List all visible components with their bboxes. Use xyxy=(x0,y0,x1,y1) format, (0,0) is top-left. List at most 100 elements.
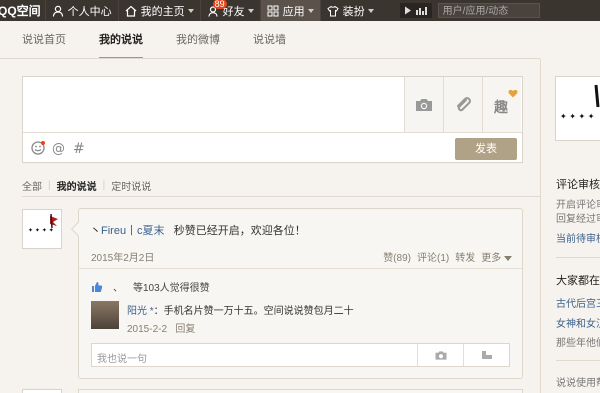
chevron-down-icon xyxy=(187,8,194,13)
user-icon xyxy=(52,5,64,17)
reply-photo-button[interactable] xyxy=(417,344,463,366)
filter-all[interactable]: 全部 xyxy=(22,178,42,193)
personal-center-label: 个人中心 xyxy=(67,5,112,18)
friends-menu[interactable]: 89 好友 xyxy=(201,0,260,21)
commenter-name[interactable]: 阳光 * xyxy=(127,306,154,317)
svg-text:#: # xyxy=(73,141,85,155)
fun-stickers-button[interactable]: 趣 xyxy=(482,77,521,132)
post-composer: 趣 @ # 发表 xyxy=(22,76,523,163)
post-filter: 全部 | 我的说说 | 定时说说 xyxy=(22,178,151,193)
divider xyxy=(22,196,540,197)
divider xyxy=(79,268,522,269)
review-section-title: 评论审核 xyxy=(556,179,600,191)
camera-icon xyxy=(416,98,432,111)
stamp-icon xyxy=(481,351,492,359)
my-home-label: 我的主页 xyxy=(140,5,185,18)
trending-link[interactable]: 女神和女汉 xyxy=(556,315,600,330)
play-icon xyxy=(404,6,411,15)
send-button[interactable]: 发表 xyxy=(455,138,517,160)
post-text-input[interactable] xyxy=(23,77,404,132)
attach-link-button[interactable] xyxy=(443,77,482,132)
post-date[interactable]: 2015年2月2日 xyxy=(91,249,154,264)
trending-link[interactable]: 古代后宫三 xyxy=(556,295,600,310)
forward-button[interactable]: 转发 xyxy=(455,249,475,264)
top-navigation-bar: QQ空间 个人中心 我的主页 89 好友 应用 装扮 用户/应用/动态 xyxy=(0,0,600,21)
help-section-title[interactable]: 说说使用帮 xyxy=(556,374,600,389)
filter-my-shuoshuo[interactable]: 我的说说 xyxy=(57,178,97,193)
commenter-avatar[interactable] xyxy=(91,301,119,329)
post-text: 秒赞已经开启，欢迎各位！ xyxy=(173,225,306,237)
heart-badge-icon xyxy=(508,89,518,97)
reply-stamp-button[interactable] xyxy=(463,344,509,366)
svg-text:✦ ✦ ✦ ✦: ✦ ✦ ✦ ✦ xyxy=(560,112,595,121)
svg-text:✦ ✦ ✦ ✦: ✦ ✦ ✦ ✦ xyxy=(28,227,54,234)
tab-shuoshuo-wall[interactable]: 说说墙 xyxy=(253,21,286,59)
divider xyxy=(0,58,540,59)
filter-scheduled[interactable]: 定时说说 xyxy=(111,178,151,193)
divider: | xyxy=(48,180,51,191)
post-pointer xyxy=(70,221,86,237)
comment-text: 阳光 *：手机名片赞一万十五。空间说说赞包月二十 xyxy=(127,302,354,317)
post-prefix: 丶 xyxy=(90,225,101,237)
review-item: 回复经过审 xyxy=(556,214,600,225)
tab-my-shuoshuo[interactable]: 我的说说 xyxy=(99,21,143,59)
comment-meta: 2015-2-2 回复 xyxy=(127,320,195,335)
reply-input[interactable]: 我也说一句 xyxy=(91,343,510,367)
review-item: 开启评论审 xyxy=(556,200,600,211)
search-input[interactable]: 用户/应用/动态 xyxy=(437,3,540,18)
likes-count-text[interactable]: 等103人觉得很赞 xyxy=(133,279,210,294)
trending-section-title: 大家都在 xyxy=(556,275,600,287)
mention-icon[interactable]: @ xyxy=(51,141,65,155)
shuoshuo-tabs: 说说首页 我的说说 我的微博 说说墙 xyxy=(0,21,600,59)
divider xyxy=(540,59,541,393)
comment-button[interactable]: 评论(1) xyxy=(417,249,449,264)
tab-shuoshuo-home[interactable]: 说说首页 xyxy=(22,21,66,59)
paperclip-icon xyxy=(457,96,471,111)
apps-menu[interactable]: 应用 xyxy=(260,0,320,21)
hashtag-icon[interactable]: # xyxy=(71,141,85,155)
reply-placeholder: 我也说一句 xyxy=(97,354,147,365)
profile-avatar[interactable]: ✦ ✦ ✦ ✦ xyxy=(555,76,600,141)
chevron-down-icon xyxy=(367,8,374,13)
apps-label: 应用 xyxy=(282,5,305,18)
divider: | xyxy=(102,180,106,191)
dress-up-menu[interactable]: 装扮 xyxy=(321,0,380,21)
personal-center-link[interactable]: 个人中心 xyxy=(46,0,118,21)
post-content: 丶Fireu丨c夏末 秒赞已经开启，欢迎各位！ xyxy=(90,222,306,238)
friends-notification-badge: 89 xyxy=(212,0,227,9)
upload-photo-button[interactable] xyxy=(404,77,443,132)
post-author[interactable]: Fireu丨c夏末 xyxy=(101,225,165,237)
post-actions: 赞(89) 评论(1) 转发 更多 xyxy=(383,249,512,264)
thumbs-up-icon xyxy=(92,281,103,292)
music-player-button[interactable] xyxy=(399,3,432,18)
equalizer-icon xyxy=(415,7,427,15)
shirt-icon xyxy=(326,5,339,17)
composer-toolbar: @ # 发表 xyxy=(23,132,522,162)
more-button[interactable]: 更多 xyxy=(481,249,512,264)
reply-link[interactable]: 回复 xyxy=(175,324,195,335)
divider xyxy=(556,360,600,361)
trending-link[interactable]: 那些年他们 xyxy=(556,334,600,349)
camera-icon xyxy=(435,350,446,360)
tab-my-weibo[interactable]: 我的微博 xyxy=(176,21,220,59)
divider xyxy=(556,257,600,258)
profile-image: ✦ ✦ ✦ ✦ xyxy=(556,77,600,140)
dress-up-label: 装扮 xyxy=(342,5,365,18)
chevron-down-icon xyxy=(504,255,512,261)
emoji-icon[interactable] xyxy=(31,140,45,155)
qzone-logo[interactable]: QQ空间 xyxy=(0,2,45,19)
my-home-menu[interactable]: 我的主页 xyxy=(119,0,200,21)
svg-text:@: @ xyxy=(52,141,65,155)
likes-separator: 、 xyxy=(113,283,123,294)
home-icon xyxy=(125,5,137,17)
avatar-image: ✦ ✦ ✦ ✦ xyxy=(23,210,61,248)
post-card: 丶Fireu丨c夏末 秒赞已经开启，欢迎各位！ 2015年2月2日 赞(89) … xyxy=(70,208,523,379)
like-button[interactable]: 赞(89) xyxy=(383,249,411,264)
chevron-down-icon xyxy=(247,8,254,13)
avatar[interactable]: ✦ ✦ ✦ ✦ xyxy=(22,209,62,249)
review-pending-link[interactable]: 当前待审核 xyxy=(556,230,600,245)
comment-body: ：手机名片赞一万十五。空间说说赞包月二十 xyxy=(153,306,354,317)
fun-label: 趣 xyxy=(494,98,508,115)
post-card xyxy=(78,389,523,393)
avatar[interactable] xyxy=(22,389,62,393)
